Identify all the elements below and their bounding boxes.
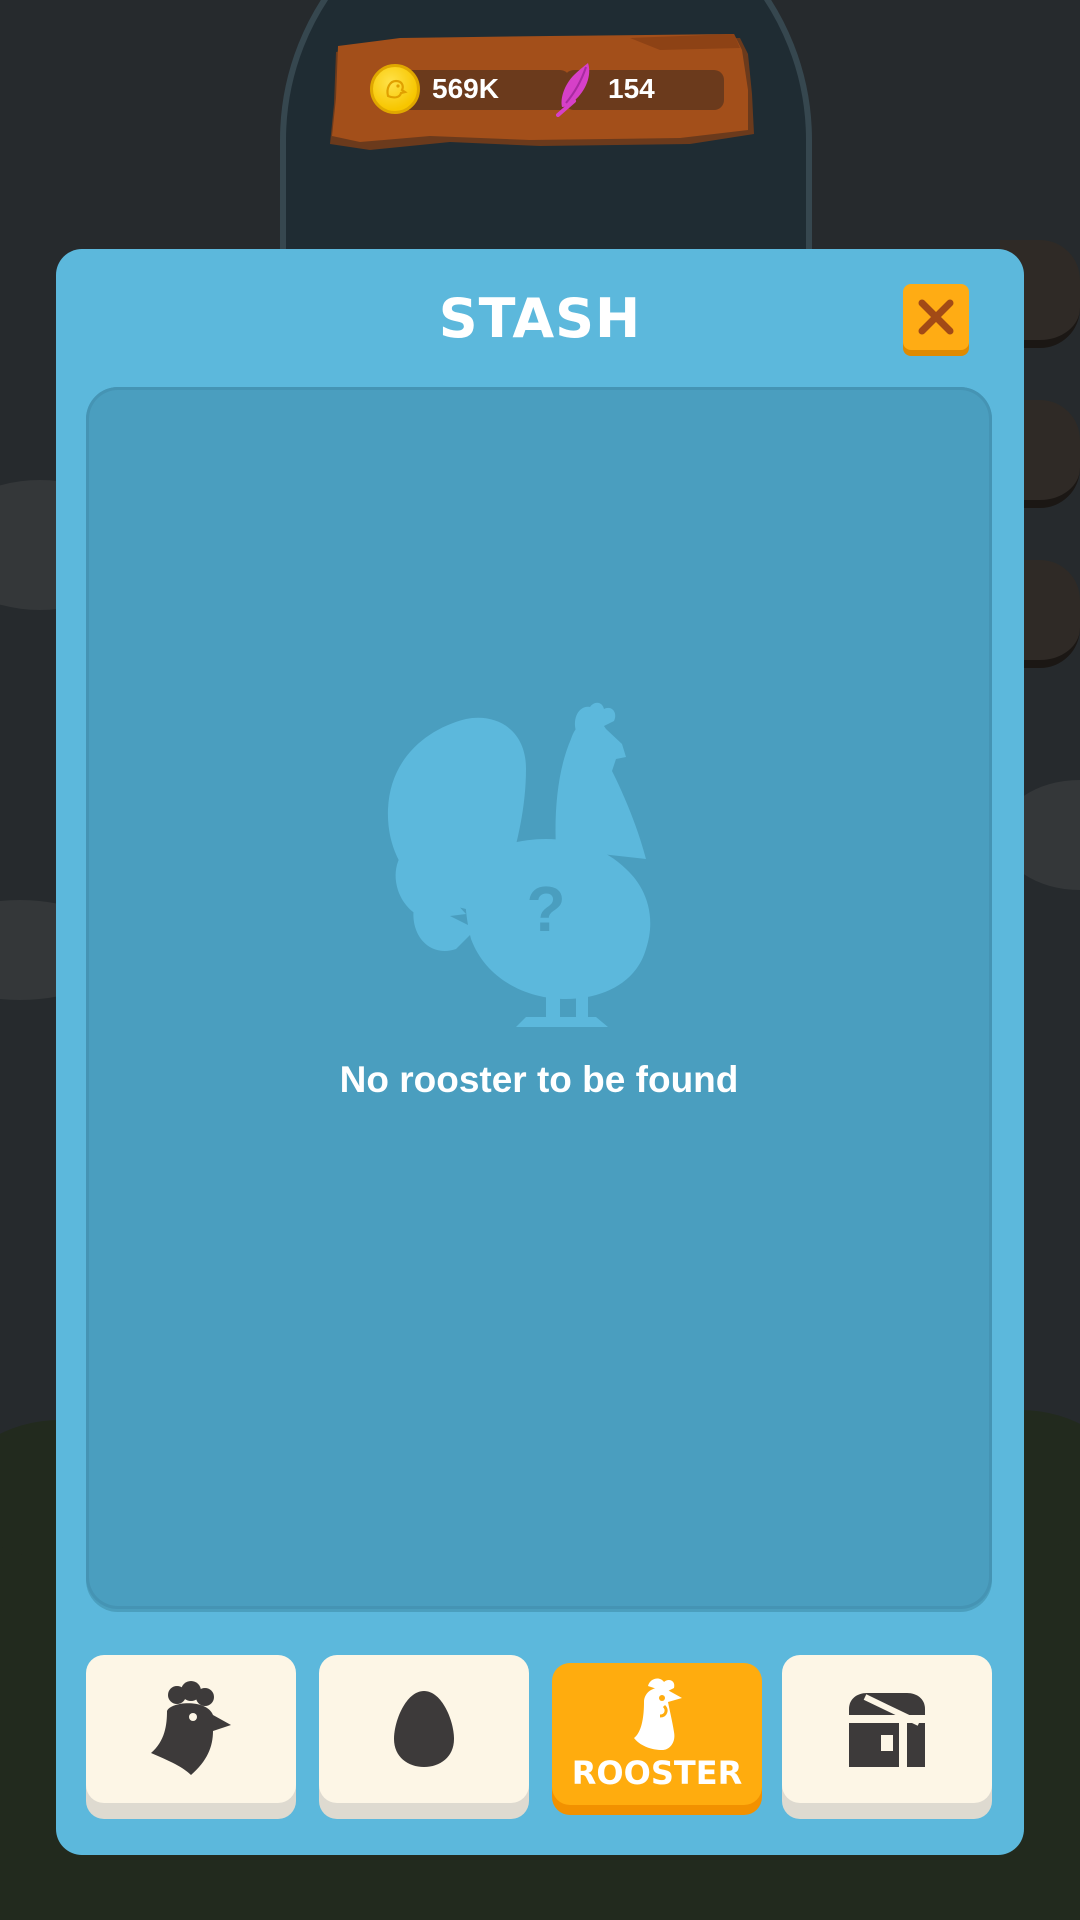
unknown-mark: ? (526, 873, 565, 945)
close-button[interactable] (903, 284, 969, 350)
hen-icon (151, 1681, 231, 1775)
rooster-silhouette-icon: ? (387, 702, 651, 1027)
modal-title: STASH (438, 287, 642, 350)
tab-rooster-label: ROOSTER (571, 1754, 743, 1792)
egg-icon (394, 1691, 454, 1767)
currency-sign: 569K 154 (330, 34, 754, 156)
tab-egg[interactable] (319, 1655, 529, 1803)
stash-modal: STASH ? No rooster to be found ROOSTER (56, 249, 1024, 1855)
empty-message: No rooster to be found (339, 1059, 739, 1100)
coin-icon (370, 64, 420, 114)
feather-icon (556, 63, 590, 117)
game-scene: 569K 154 STASH ? No rooster to be found … (0, 0, 1080, 1920)
coins-value: 569K (432, 73, 499, 104)
rooster-icon (634, 1678, 682, 1750)
coins-counter: 569K (370, 64, 580, 114)
chest-icon (849, 1693, 925, 1767)
close-icon (918, 299, 954, 335)
feathers-value: 154 (608, 73, 655, 104)
tab-chest[interactable] (782, 1655, 992, 1803)
stash-content-panel: ? No rooster to be found (86, 387, 992, 1609)
tab-hen[interactable] (86, 1655, 296, 1803)
tab-rooster[interactable]: ROOSTER (552, 1663, 762, 1805)
feathers-counter: 154 (552, 63, 732, 117)
